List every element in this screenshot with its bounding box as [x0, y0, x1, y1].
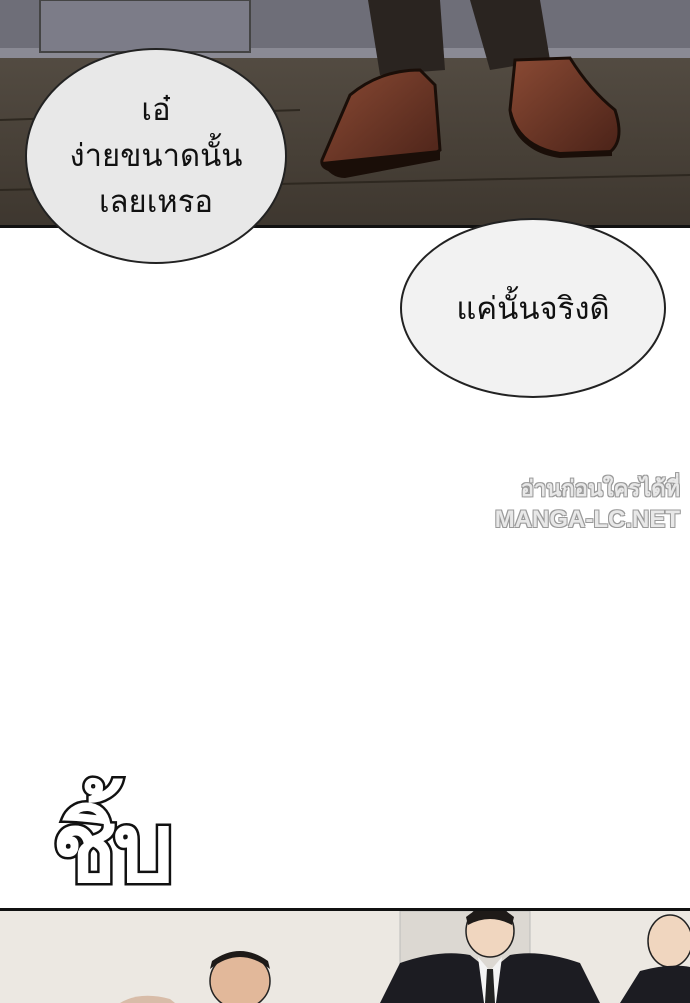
watermark-line-2: MANGA-LC.NET [494, 506, 680, 533]
left-trouser-leg [368, 0, 445, 75]
speech-text-2: แค่นั้นจริงดิ [456, 291, 610, 327]
person-head-right [647, 914, 690, 968]
people-scene [0, 911, 690, 1003]
speech-line-3: เลยเหรอ [98, 184, 214, 220]
speech-line-1: เอ๋ [141, 92, 171, 128]
speech-bubble-1: เอ๋ ง่ายขนาดนั้น เลยเหรอ [25, 48, 287, 264]
speech-bubble-2: แค่นั้นจริงดิ [400, 218, 666, 398]
watermark: อ่านก่อนใครได้ที่ MANGA-LC.NET [470, 474, 680, 536]
bottom-panel-image [0, 908, 690, 1003]
speech-line-2: ง่ายขนาดนั้น [69, 138, 243, 174]
sound-effect: ชิ้บ [49, 792, 176, 904]
watermark-line-1: อ่านก่อนใครได้ที่ [520, 476, 680, 501]
box-object [39, 0, 251, 53]
